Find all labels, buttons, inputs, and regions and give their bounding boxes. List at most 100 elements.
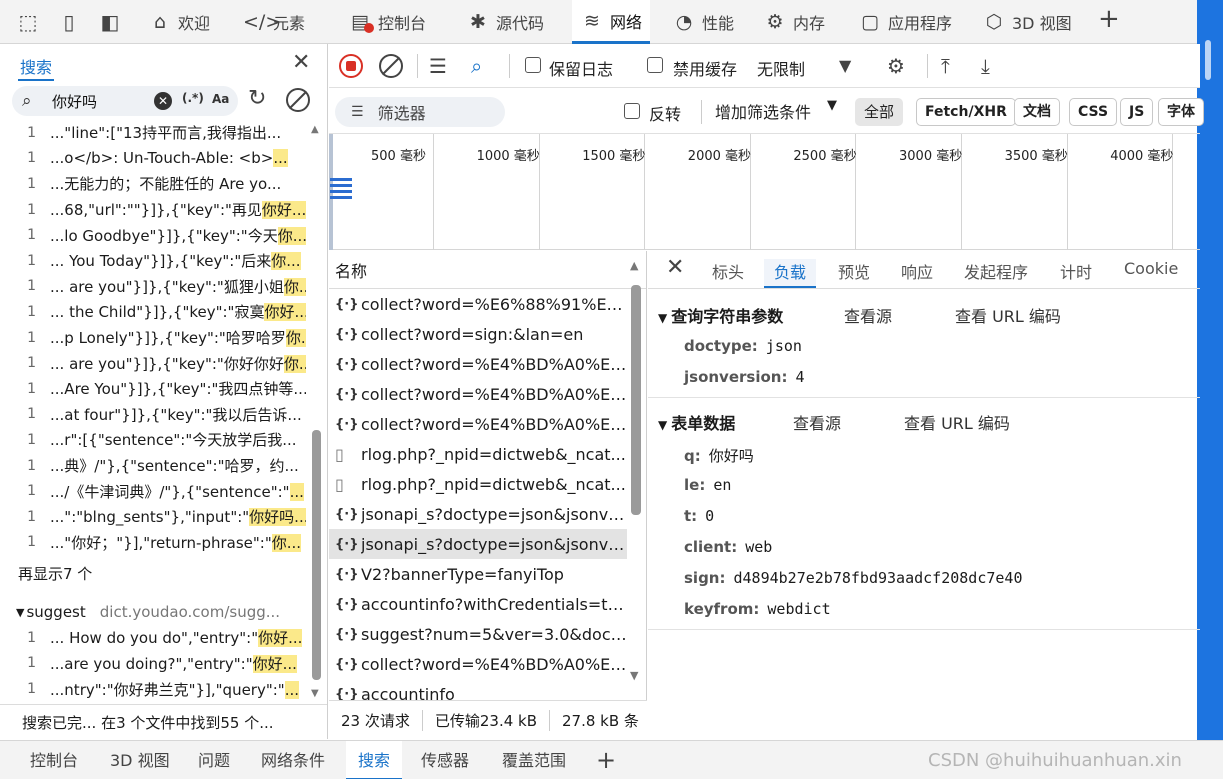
tab-cookie[interactable]: Cookie bbox=[1124, 259, 1178, 278]
throttle-select[interactable]: 无限制 bbox=[757, 56, 805, 80]
tab-preview[interactable]: 预览 bbox=[838, 259, 870, 283]
scrollbar-thumb[interactable] bbox=[631, 285, 641, 515]
regex-toggle[interactable]: (.*) bbox=[182, 91, 204, 105]
network-conditions-icon[interactable]: ⚙ bbox=[887, 54, 905, 78]
tab-elements[interactable]: </> 元素 bbox=[235, 0, 313, 44]
request-row[interactable]: {·} collect?word=%E4%BD%A0%E5... bbox=[329, 349, 627, 379]
request-row[interactable]: {·} jsonapi_s?doctype=json&jsonve... bbox=[329, 529, 627, 559]
search-result-row[interactable]: 1 ...are you doing?","entry":"你好... bbox=[0, 651, 308, 677]
tab-timing[interactable]: 计时 bbox=[1060, 259, 1092, 283]
filter-toggle-icon[interactable]: ☰ bbox=[429, 54, 447, 78]
import-har-icon[interactable]: ⤒ bbox=[941, 54, 950, 78]
search-input[interactable] bbox=[52, 92, 152, 110]
request-scrollbar[interactable]: ▲ ▼ bbox=[629, 259, 643, 689]
tab-3d-view[interactable]: ⬡ 3D 视图 bbox=[974, 0, 1080, 44]
network-timeline[interactable]: 500 毫秒 1000 毫秒 1500 毫秒 2000 毫秒 2500 毫秒 3000 毫… bbox=[329, 134, 1200, 250]
match-case-toggle[interactable]: Aa bbox=[212, 92, 229, 106]
filter-chip-font[interactable]: 字体 bbox=[1158, 98, 1204, 126]
drawer-tab-coverage[interactable]: 覆盖范围 bbox=[490, 741, 578, 779]
filter-chip-js[interactable]: JS bbox=[1120, 98, 1154, 126]
refresh-icon[interactable]: ↻ bbox=[248, 86, 266, 111]
form-data-section[interactable]: ▼ 表单数据 bbox=[658, 410, 735, 434]
edge-handle[interactable] bbox=[1205, 40, 1211, 80]
search-result-row[interactable]: 1 ...lo Goodbye"}]},{"key":"今天你... bbox=[0, 222, 308, 248]
search-field[interactable]: ⌕ ✕ (.*) Aa bbox=[12, 86, 238, 116]
request-row[interactable]: {·} suggest?num=5&ver=3.0&doct... bbox=[329, 619, 627, 649]
request-row[interactable]: {·} collect?word=%E4%BD%A0%E5... bbox=[329, 409, 627, 439]
request-row[interactable]: ▯ rlog.php?_npid=dictweb&_ncat... bbox=[329, 469, 627, 499]
view-source-link[interactable]: 查看源 bbox=[793, 410, 841, 434]
filter-input[interactable]: ☰ 筛选器 bbox=[335, 97, 505, 127]
scroll-up-icon[interactable]: ▲ bbox=[311, 124, 319, 135]
name-column-header[interactable]: 名称 bbox=[329, 251, 646, 289]
filter-chip-css[interactable]: CSS bbox=[1069, 98, 1118, 126]
filter-chip-doc[interactable]: 文档 bbox=[1014, 98, 1060, 126]
clear-search-icon[interactable] bbox=[286, 88, 310, 112]
tab-memory[interactable]: ⚙ 内存 bbox=[755, 0, 833, 44]
dock-sidebar-icon[interactable]: ◧ bbox=[96, 8, 124, 36]
search-result-row[interactable]: 1 ..."line":["13持平而言,我得指出... bbox=[0, 120, 308, 146]
disable-cache-checkbox[interactable] bbox=[647, 57, 663, 73]
add-drawer-tab-icon[interactable]: + bbox=[584, 741, 628, 779]
query-params-section[interactable]: ▼ 查询字符串参数 bbox=[658, 303, 783, 327]
drawer-tab-console[interactable]: 控制台 bbox=[18, 741, 90, 779]
search-result-row[interactable]: 1 .../《牛津词典》/"},{"sentence":"... bbox=[0, 478, 308, 504]
search-result-row[interactable]: 1 ...p Lonely"}]},{"key":"哈罗哈罗你... bbox=[0, 325, 308, 351]
drawer-tab-issues[interactable]: 问题 bbox=[186, 741, 242, 779]
clear-log-button[interactable] bbox=[379, 54, 403, 78]
search-result-row[interactable]: 1 ...Are You"}]},{"key":"我四点钟等... bbox=[0, 376, 308, 402]
scroll-down-icon[interactable]: ▼ bbox=[311, 688, 319, 699]
tab-response[interactable]: 响应 bbox=[901, 259, 933, 283]
chevron-down-icon[interactable]: ▼ bbox=[827, 98, 837, 113]
show-more-link[interactable]: 再显示7 个 bbox=[0, 555, 308, 591]
inspect-element-icon[interactable]: ⬚ bbox=[14, 8, 42, 36]
request-row[interactable]: {·} collect?word=%E4%BD%A0%E5... bbox=[329, 379, 627, 409]
scroll-down-icon[interactable]: ▼ bbox=[630, 669, 638, 682]
tab-console[interactable]: ▤ 控制台 bbox=[340, 0, 434, 44]
search-icon[interactable]: ⌕ bbox=[471, 54, 482, 78]
request-row[interactable]: {·} collect?word=%E6%88%91%E6... bbox=[329, 289, 627, 319]
tab-initiator[interactable]: 发起程序 bbox=[964, 259, 1028, 283]
search-result-row[interactable]: 1 ...无能力的；不能胜任的 Are yo... bbox=[0, 171, 308, 197]
view-url-encoded-link[interactable]: 查看 URL 编码 bbox=[904, 410, 1010, 434]
search-result-row[interactable]: 1 ...68,"url":""}]},{"key":"再见你好... bbox=[0, 197, 308, 223]
drawer-tab-network-conditions[interactable]: 网络条件 bbox=[249, 741, 337, 779]
record-button[interactable] bbox=[339, 54, 363, 78]
chevron-down-icon[interactable]: ▼ bbox=[839, 56, 851, 75]
tab-welcome[interactable]: ⌂ 欢迎 bbox=[140, 0, 218, 44]
request-row[interactable]: ▯ rlog.php?_npid=dictweb&_ncat... bbox=[329, 439, 627, 469]
search-panel-tab[interactable]: 搜索 bbox=[18, 54, 55, 81]
scroll-up-icon[interactable]: ▲ bbox=[630, 259, 638, 272]
search-result-row[interactable]: 1 ... You Today"}]},{"key":"后来你... bbox=[0, 248, 308, 274]
close-icon[interactable]: ✕ bbox=[666, 255, 684, 280]
search-result-row[interactable]: 1 ...o</b>: Un-Touch-Able: <b>... bbox=[0, 146, 308, 172]
request-row[interactable]: {·} jsonapi_s?doctype=json&jsonve... bbox=[329, 499, 627, 529]
tab-performance[interactable]: ◔ 性能 bbox=[664, 0, 742, 44]
device-toolbar-icon[interactable]: ▯ bbox=[55, 8, 83, 36]
result-file-group[interactable]: ▼ suggest dict.youdao.com/sugg... bbox=[0, 599, 308, 625]
search-result-row[interactable]: 1 ...":"blng_sents"},"input":"你好吗... bbox=[0, 504, 308, 530]
tab-headers[interactable]: 标头 bbox=[712, 259, 744, 283]
view-source-link[interactable]: 查看源 bbox=[844, 303, 892, 327]
results-scrollbar[interactable]: ▲ ▼ bbox=[310, 124, 322, 700]
clear-input-icon[interactable]: ✕ bbox=[154, 92, 172, 110]
tab-payload[interactable]: 负载 bbox=[764, 259, 817, 288]
tab-application[interactable]: ▢ 应用程序 bbox=[850, 0, 960, 44]
more-filters-dropdown[interactable]: 增加筛选条件 bbox=[715, 99, 811, 123]
search-result-row[interactable]: 1 ... the Child"}]},{"key":"寂寞你好... bbox=[0, 299, 308, 325]
search-result-row[interactable]: 1 ...典》/"},{"sentence":"哈罗，约... bbox=[0, 453, 308, 479]
preserve-log-checkbox[interactable] bbox=[525, 57, 541, 73]
filter-chip-all[interactable]: 全部 bbox=[855, 98, 904, 126]
filter-chip-fetch-xhr[interactable]: Fetch/XHR bbox=[916, 98, 1016, 126]
view-url-encoded-link[interactable]: 查看 URL 编码 bbox=[955, 303, 1061, 327]
search-result-row[interactable]: 1 ...r":[{"sentence":"今天放学后我... bbox=[0, 427, 308, 453]
tab-sources[interactable]: ✱ 源代码 bbox=[458, 0, 552, 44]
search-result-row[interactable]: 1 ... are you"}]},{"key":"狐狸小姐你... bbox=[0, 274, 308, 300]
scrollbar-thumb[interactable] bbox=[312, 430, 321, 680]
drawer-tab-search[interactable]: 搜索 bbox=[346, 741, 403, 779]
request-row[interactable]: {·} accountinfo?withCredentials=true bbox=[329, 589, 627, 619]
drawer-tab-sensors[interactable]: 传感器 bbox=[409, 741, 481, 779]
export-har-icon[interactable]: ⤓ bbox=[981, 54, 990, 78]
request-row[interactable]: {·} collect?word=%E4%BD%A0%E5... bbox=[329, 649, 627, 679]
request-row[interactable]: {·} V2?bannerType=fanyiTop bbox=[329, 559, 627, 589]
